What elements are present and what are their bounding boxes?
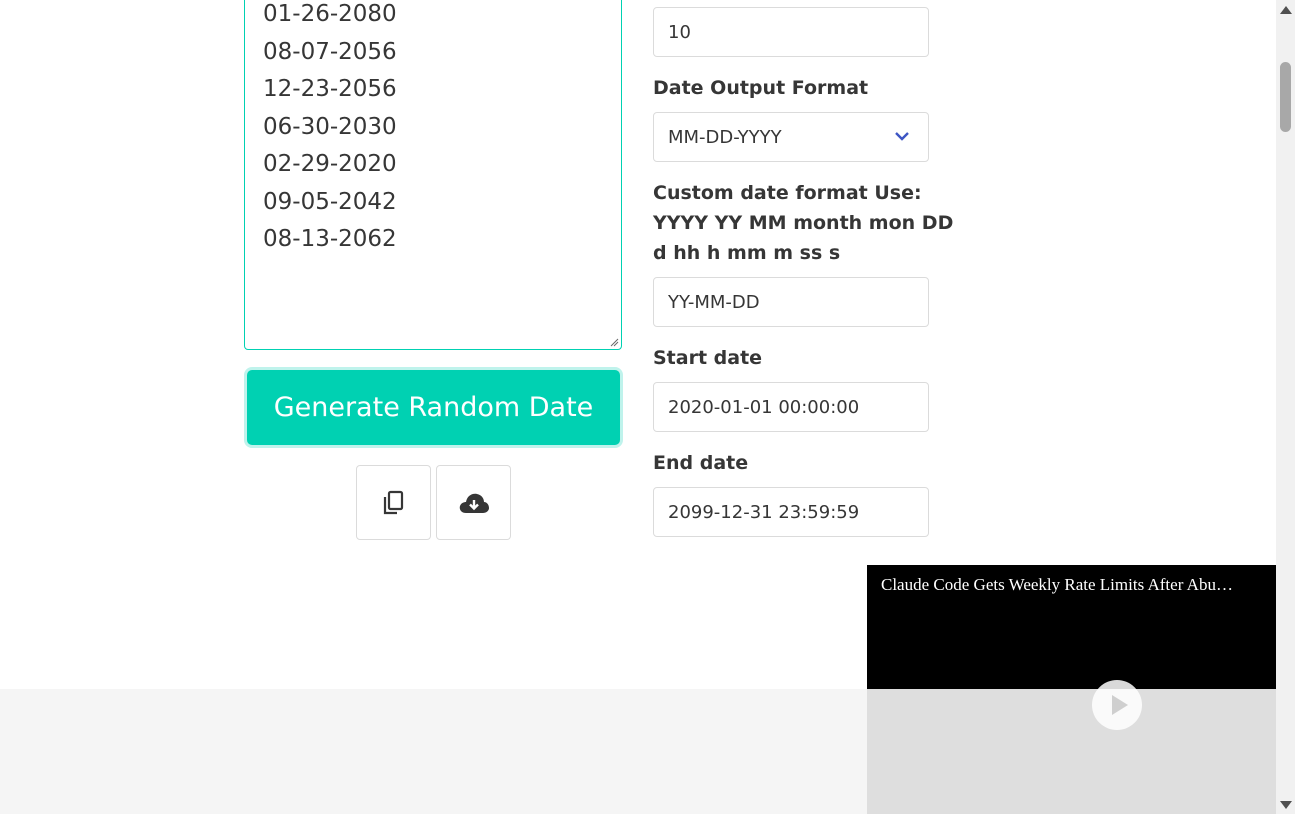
end-date-label: End date <box>653 452 749 474</box>
resize-grip-icon[interactable] <box>610 338 619 347</box>
custom-format-label-line1: Custom date format Use: <box>653 182 922 204</box>
results-textarea[interactable]: 01-26-2080 08-07-2056 12-23-2056 06-30-2… <box>244 0 622 350</box>
output-format-label: Date Output Format <box>653 77 869 99</box>
output-format-select[interactable]: MM-DD-YYYY <box>653 112 929 162</box>
result-line: 09-05-2042 <box>263 188 397 215</box>
video-player[interactable]: Claude Code Gets Weekly Rate Limits Afte… <box>867 565 1276 814</box>
video-thumbnail <box>867 689 1276 814</box>
custom-format-label-line3: d hh h mm m ss s <box>653 242 841 264</box>
result-line: 06-30-2030 <box>263 113 397 140</box>
download-button[interactable] <box>436 465 511 540</box>
output-format-value: MM-DD-YYYY <box>668 126 782 148</box>
copy-icon <box>383 490 403 514</box>
custom-format-input[interactable]: YY-MM-DD <box>653 277 929 327</box>
video-title: Claude Code Gets Weekly Rate Limits Afte… <box>881 575 1233 594</box>
generate-random-date-button[interactable]: Generate Random Date <box>247 370 620 445</box>
cloud-download-icon <box>459 493 489 513</box>
start-date-input[interactable]: 2020-01-01 00:00:00 <box>653 382 929 432</box>
scroll-down-arrow-icon[interactable] <box>1280 801 1292 809</box>
scrollbar-thumb[interactable] <box>1280 62 1291 132</box>
result-line: 12-23-2056 <box>263 76 397 102</box>
result-line: 02-29-2020 <box>263 151 397 177</box>
result-line: 08-13-2062 <box>263 226 397 252</box>
scroll-up-arrow-icon[interactable] <box>1280 6 1292 14</box>
custom-format-label-line2: YYYY YY MM month mon DD <box>653 212 954 234</box>
end-date-input[interactable]: 2099-12-31 23:59:59 <box>653 487 929 537</box>
result-line: 08-07-2056 <box>263 38 397 65</box>
play-icon <box>1111 695 1128 715</box>
play-button[interactable] <box>1092 680 1142 730</box>
count-input[interactable]: 10 <box>653 7 929 57</box>
result-line: 01-26-2080 <box>263 1 397 27</box>
page-scrollbar[interactable] <box>1276 0 1295 814</box>
copy-button[interactable] <box>356 465 431 540</box>
chevron-down-icon <box>895 132 909 141</box>
start-date-label: Start date <box>653 347 763 369</box>
results-lines: 01-26-2080 08-07-2056 12-23-2056 06-30-2… <box>263 0 397 259</box>
